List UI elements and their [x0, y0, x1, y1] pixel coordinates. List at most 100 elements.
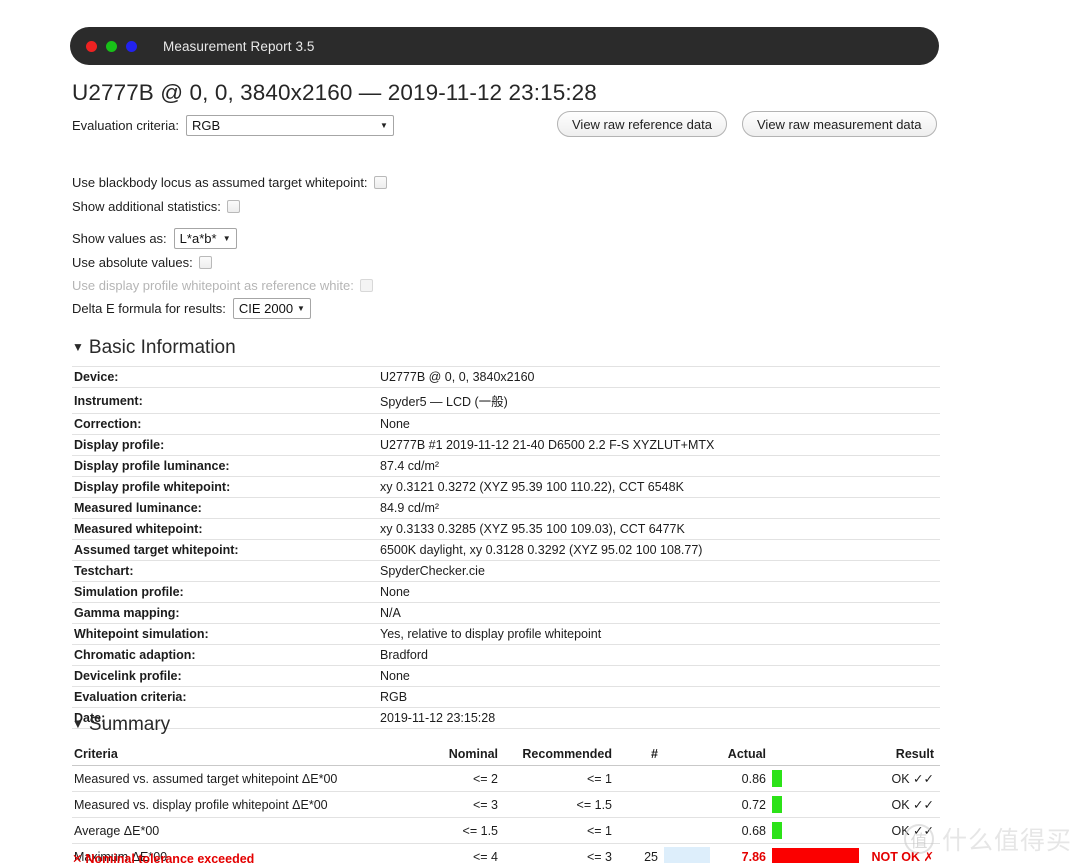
info-key: Devicelink profile: — [72, 665, 372, 687]
table-row: Date: 2019-11-12 23:15:28 — [72, 707, 940, 729]
evaluation-criteria-select[interactable]: RGB — [185, 115, 394, 136]
summary-result: OK ✓✓ — [870, 817, 940, 844]
table-row: Device: U2777B @ 0, 0, 3840x2160 — [72, 366, 940, 388]
show-values-as-select[interactable]: L*a*b* — [173, 228, 237, 249]
show-values-as-label: Show values as: — [72, 231, 167, 246]
summary-recommended: <= 1 — [504, 765, 618, 792]
info-key: Measured luminance: — [72, 497, 372, 519]
delta-e-formula-select[interactable]: CIE 2000 — [232, 298, 311, 319]
summary-bar-cell — [772, 843, 870, 863]
cross-mark-icon: ✕ — [72, 852, 83, 863]
summary-actual-value: 0.68 — [716, 817, 772, 844]
summary-count — [618, 791, 664, 818]
summary-spark-fill — [664, 847, 710, 863]
view-raw-measurement-data-button[interactable]: View raw measurement data — [742, 111, 937, 137]
table-row: Gamma mapping: N/A — [72, 602, 940, 624]
blackbody-locus-checkbox[interactable] — [373, 176, 387, 189]
info-key: Device: — [72, 366, 372, 388]
info-value: 84.9 cd/m² — [372, 497, 940, 519]
info-value: None — [372, 413, 940, 435]
summary-result: NOT OK ✗ — [870, 843, 940, 863]
nominal-tolerance-note-label: Nominal tolerance exceeded — [85, 852, 255, 863]
summary-col-criteria: Criteria — [72, 744, 430, 766]
summary-spark-cell — [664, 791, 716, 818]
summary-heading-label: Summary — [88, 714, 171, 735]
window-title: Measurement Report 3.5 — [163, 38, 315, 54]
summary-criteria: Measured vs. assumed target whitepoint Δ… — [72, 765, 430, 792]
info-value: U2777B @ 0, 0, 3840x2160 — [372, 366, 940, 388]
summary-col-bar — [772, 744, 870, 766]
table-row: Simulation profile: None — [72, 581, 940, 603]
summary-result: OK ✓✓ — [870, 765, 940, 792]
summary-bar-track — [772, 795, 864, 814]
page-title: U2777B @ 0, 0, 3840x2160 — 2019-11-12 23… — [72, 80, 597, 105]
summary-bar-cell — [772, 765, 870, 792]
info-value: U2777B #1 2019-11-12 21-40 D6500 2.2 F-S… — [372, 434, 940, 456]
basic-information-heading[interactable]: ▼ Basic Information — [72, 337, 236, 359]
watermark-text: 什么值得买 — [941, 826, 1072, 855]
profile-whitepoint-reference-label: Use display profile whitepoint as refere… — [72, 278, 354, 293]
summary-count — [618, 765, 664, 792]
info-key: Display profile whitepoint: — [72, 476, 372, 498]
summary-bar-fill — [772, 848, 860, 863]
summary-criteria: Average ΔE*00 — [72, 817, 430, 844]
profile-whitepoint-reference-checkbox — [359, 279, 373, 292]
view-raw-reference-data-button[interactable]: View raw reference data — [557, 111, 727, 137]
window-titlebar: Measurement Report 3.5 — [70, 27, 939, 65]
collapse-triangle-icon: ▼ — [72, 340, 84, 354]
evaluation-criteria-label: Evaluation criteria: — [72, 118, 179, 133]
summary-bar-track — [772, 847, 864, 863]
show-values-as-select-wrap: L*a*b* ▼ — [173, 228, 237, 249]
summary-nominal: <= 1.5 — [430, 817, 504, 844]
delta-e-formula-row: Delta E formula for results: CIE 2000 ▼ — [72, 298, 311, 319]
summary-col-recommended: Recommended — [504, 744, 618, 766]
basic-information-heading-label: Basic Information — [88, 337, 236, 358]
summary-bar-cell — [772, 817, 870, 844]
report-page: Measurement Report 3.5 U2777B @ 0, 0, 38… — [0, 0, 1080, 863]
absolute-values-label: Use absolute values: — [72, 255, 193, 270]
minimize-dot-icon[interactable] — [106, 40, 117, 52]
summary-table-body: Measured vs. assumed target whitepoint Δ… — [72, 765, 940, 863]
table-row: Measured vs. display profile whitepoint … — [72, 791, 940, 818]
additional-statistics-checkbox[interactable] — [226, 200, 240, 213]
table-row: Display profile: U2777B #1 2019-11-12 21-… — [72, 434, 940, 456]
close-dot-icon[interactable] — [86, 40, 97, 52]
summary-recommended: <= 1 — [504, 817, 618, 844]
info-key: Correction: — [72, 413, 372, 435]
table-row: Testchart: SpyderChecker.cie — [72, 560, 940, 582]
delta-e-formula-select-wrap: CIE 2000 ▼ — [232, 298, 311, 319]
info-value: 87.4 cd/m² — [372, 455, 940, 477]
summary-bar-track — [772, 821, 864, 840]
summary-actual-value: 7.86 — [716, 843, 772, 863]
table-row: Assumed target whitepoint: 6500K daylight… — [72, 539, 940, 561]
info-key: Chromatic adaption: — [72, 644, 372, 666]
summary-heading[interactable]: ▼ Summary — [72, 714, 170, 736]
summary-table: Criteria Nominal Recommended # Actual Re… — [72, 744, 940, 863]
info-key: Simulation profile: — [72, 581, 372, 603]
info-value: xy 0.3121 0.3272 (XYZ 95.39 100 110.22),… — [372, 476, 940, 498]
blackbody-locus-label: Use blackbody locus as assumed target wh… — [72, 175, 368, 190]
summary-col-actual: Actual — [716, 744, 772, 766]
absolute-values-checkbox[interactable] — [198, 256, 212, 269]
info-value: 6500K daylight, xy 0.3128 0.3292 (XYZ 95… — [372, 539, 940, 561]
summary-nominal: <= 3 — [430, 791, 504, 818]
info-value: RGB — [372, 686, 940, 708]
basic-information-table: Device: U2777B @ 0, 0, 3840x2160 Instrumen… — [72, 366, 940, 729]
summary-nominal: <= 4 — [430, 843, 504, 863]
collapse-triangle-icon: ▼ — [72, 717, 84, 731]
info-key: Display profile luminance: — [72, 455, 372, 477]
evaluation-criteria-select-wrap: RGB ▼ — [185, 115, 394, 136]
summary-col-nominal: Nominal — [430, 744, 504, 766]
info-value: 2019-11-12 23:15:28 — [372, 707, 940, 729]
summary-recommended: <= 1.5 — [504, 791, 618, 818]
table-row: Measured whitepoint: xy 0.3133 0.3285 (XY… — [72, 518, 940, 540]
summary-bar-fill — [772, 822, 783, 839]
summary-actual-value: 0.86 — [716, 765, 772, 792]
info-value: None — [372, 665, 940, 687]
summary-col-result: Result — [870, 744, 940, 766]
table-row: Devicelink profile: None — [72, 665, 940, 687]
summary-col-count: # — [618, 744, 664, 766]
summary-count — [618, 817, 664, 844]
maximize-dot-icon[interactable] — [126, 40, 137, 52]
profile-whitepoint-reference-row: Use display profile whitepoint as refere… — [72, 278, 373, 293]
